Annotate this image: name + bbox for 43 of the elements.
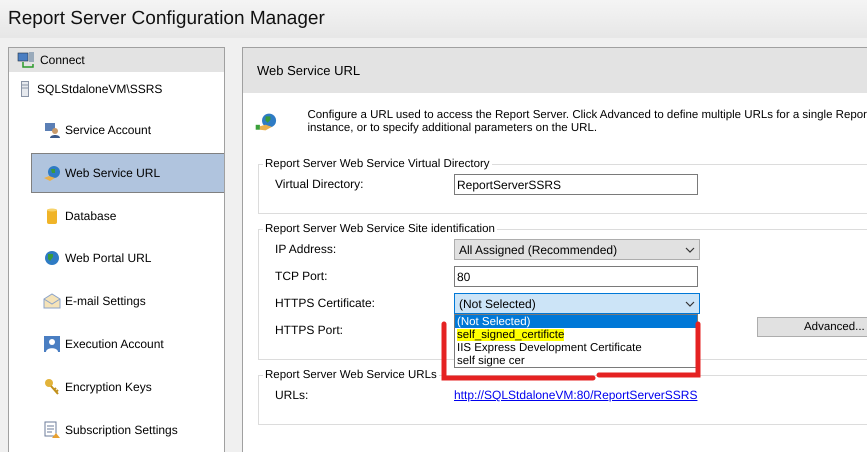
field-label: TCP Port: xyxy=(275,268,328,283)
window-title: Report Server Configuration Manager xyxy=(8,8,325,30)
page-header: Web Service URL xyxy=(243,48,867,93)
field-label: Virtual Directory: xyxy=(275,176,364,191)
text-field[interactable]: ReportServerSSRS xyxy=(454,174,698,195)
dropdown-option[interactable]: self signe cer xyxy=(455,354,697,367)
dropdown[interactable]: (Not Selected) xyxy=(454,293,700,314)
sidebar-item[interactable]: Web Service URL xyxy=(31,152,224,194)
field-label: HTTPS Certificate: xyxy=(275,295,376,310)
text-field[interactable]: 80 xyxy=(454,266,698,287)
description-text: Configure a URL used to access the Report Server. Click Advanced to define multiple URLs for a single Repor instance, or to specify additional parameters on the URL. xyxy=(307,109,867,136)
sidebar-item[interactable]: Database xyxy=(31,195,224,236)
field-label: URLs: xyxy=(275,387,310,402)
connect-button[interactable]: Connect xyxy=(9,48,224,72)
dropdown[interactable]: All Assigned (Recommended) xyxy=(454,239,700,260)
chevron-down-icon xyxy=(685,246,695,252)
computers-icon xyxy=(17,50,37,69)
sidebar-item[interactable]: Service Account xyxy=(31,110,224,151)
keys-icon xyxy=(43,378,61,396)
group-title: Report Server Web Service URLs xyxy=(264,369,438,381)
globe-icon xyxy=(43,249,61,268)
globe-hand-icon xyxy=(43,164,61,182)
dropdown-option[interactable]: (Not Selected) xyxy=(455,315,697,328)
field-label: IP Address: xyxy=(275,241,338,256)
server-icon xyxy=(21,80,29,97)
sidebar-item[interactable]: E-mail Settings xyxy=(31,280,224,322)
dropdown-option[interactable]: self_signed_certificte xyxy=(455,328,697,341)
sidebar-item[interactable]: Subscription Settings xyxy=(31,409,224,450)
chevron-down-icon xyxy=(685,300,695,306)
group-title: Report Server Web Service Virtual Directory xyxy=(264,158,491,170)
sidebar-item[interactable]: Execution Account xyxy=(31,324,224,364)
url-link[interactable]: http://SQLStdaloneVM:80/ReportServerSSRS xyxy=(454,385,698,402)
advanced-button[interactable]: Advanced... xyxy=(757,317,867,337)
sidebar-item[interactable]: Encryption Keys xyxy=(31,366,224,408)
field-label: HTTPS Port: xyxy=(275,322,344,337)
person-icon xyxy=(43,335,61,354)
group-title: Report Server Web Service Site identification xyxy=(264,223,496,235)
sidebar-item[interactable]: Web Portal URL xyxy=(31,238,224,279)
user-computer-icon xyxy=(43,121,61,140)
dropdown-option[interactable]: IIS Express Development Certificate xyxy=(455,341,697,354)
envelope-icon xyxy=(43,292,61,310)
server-node[interactable]: SQLStdaloneVM\SSRS xyxy=(9,72,224,106)
document-icon xyxy=(43,420,61,439)
